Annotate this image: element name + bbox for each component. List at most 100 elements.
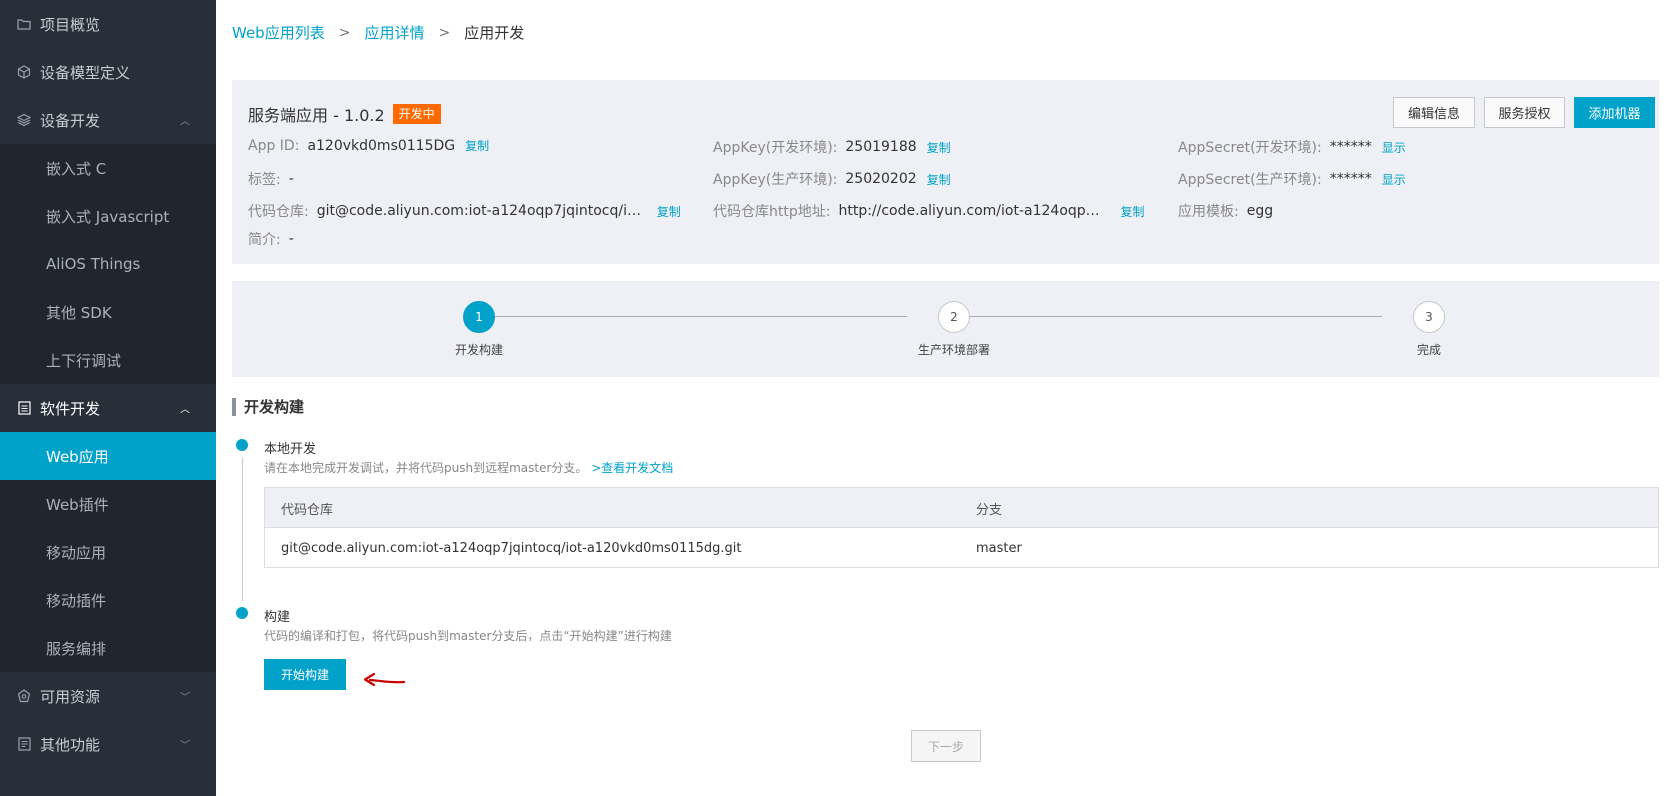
field-label: AppSecret(生产环境): (1178, 172, 1322, 188)
table-row: git@code.aliyun.com:iot-a124oqp7jqintocq… (265, 528, 1658, 568)
breadcrumb-app-detail[interactable]: 应用详情 (364, 22, 424, 43)
copy-link[interactable]: 复制 (657, 203, 681, 220)
sidebar-item-mobile-app[interactable]: 移动应用 (0, 528, 216, 576)
status-badge: 开发中 (392, 104, 441, 124)
field-label: 代码仓库http地址: (713, 204, 831, 220)
chevron-up-icon: ︿ (180, 116, 190, 128)
field-label: AppKey(开发环境): (713, 140, 838, 156)
table-cell-branch: master (976, 540, 1022, 556)
table-header-branch: 分支 (976, 502, 1003, 518)
sidebar-item-label: 服务编排 (46, 639, 107, 658)
app-title-row: 服务端应用 - 1.0.2 开发中 (248, 102, 441, 126)
field-label: 代码仓库: (248, 204, 309, 220)
sidebar-item-software-dev[interactable]: 软件开发 ︿ (0, 384, 216, 432)
step-1-label: 开发构建 (454, 343, 503, 357)
edit-info-button[interactable]: 编辑信息 (1393, 97, 1475, 128)
field-value: ****** (1329, 139, 1372, 155)
sidebar-item-debug[interactable]: 上下行调试 (0, 336, 216, 384)
add-machine-button[interactable]: 添加机器 (1574, 97, 1655, 128)
sidebar-item-alios-things[interactable]: AliOS Things (0, 240, 216, 288)
app-info-panel: 服务端应用 - 1.0.2 开发中 编辑信息 服务授权 添加机器 App ID:… (232, 80, 1659, 264)
step-connector (495, 316, 907, 317)
copy-link[interactable]: 复制 (927, 171, 951, 188)
resource-icon (16, 688, 32, 704)
service-auth-button[interactable]: 服务授权 (1484, 97, 1565, 128)
sidebar-item-label: 上下行调试 (46, 351, 122, 370)
breadcrumb-web-app-list[interactable]: Web应用列表 (232, 22, 325, 43)
field-label: 标签: (248, 172, 281, 188)
show-link[interactable]: 显示 (1382, 171, 1406, 188)
dev-docs-link[interactable]: >查看开发文档 (591, 461, 673, 475)
timeline-dot (236, 607, 248, 619)
sidebar-item-device-model[interactable]: 设备模型定义 (0, 48, 216, 96)
app-title: 服务端应用 - 1.0.2 (248, 106, 385, 125)
list-icon (16, 736, 32, 752)
table-header: 代码仓库 分支 (265, 488, 1658, 528)
sidebar-item-project-overview[interactable]: 项目概览 (0, 0, 216, 48)
field-value: git@code.aliyun.com:iot-a124oqp7jqintocq… (316, 203, 647, 219)
sidebar-item-label: 嵌入式 Javascript (46, 207, 170, 226)
sidebar-item-device-dev[interactable]: 设备开发 ︿ (0, 96, 216, 144)
step-3-label: 完成 (1416, 343, 1441, 357)
step-2-label: 生产环境部署 (917, 343, 990, 357)
section-title: 开发构建 (232, 398, 304, 416)
step-2-circle: 2 (938, 301, 970, 333)
sidebar: 项目概览 设备模型定义 设备开发 ︿ 嵌入式 C 嵌入式 Javascript … (0, 0, 216, 796)
annotation-arrow-icon (363, 672, 406, 687)
breadcrumb-separator: > (438, 24, 451, 41)
show-link[interactable]: 显示 (1382, 139, 1406, 156)
repo-field: 代码仓库: git@code.aliyun.com:iot-a124oqp7jq… (248, 201, 688, 221)
copy-link[interactable]: 复制 (927, 139, 951, 156)
sidebar-item-label: 软件开发 (40, 399, 101, 418)
timeline-dot (236, 439, 248, 451)
field-label: 简介: (248, 232, 281, 248)
field-label: AppKey(生产环境): (713, 172, 838, 188)
sidebar-item-web-plugin[interactable]: Web插件 (0, 480, 216, 528)
sidebar-item-label: AliOS Things (46, 255, 141, 273)
sidebar-item-label: Web应用 (46, 447, 109, 466)
tags-field: 标签: - (248, 169, 294, 189)
field-label: AppSecret(开发环境): (1178, 140, 1322, 156)
chevron-down-icon: ﹀ (180, 692, 190, 704)
field-value: 25020202 (845, 171, 917, 187)
main-content: Web应用列表 > 应用详情 > 应用开发 服务端应用 - 1.0.2 开发中 … (216, 0, 1666, 796)
sidebar-item-other-features[interactable]: 其他功能 ﹀ (0, 720, 216, 768)
local-dev-title: 本地开发 (264, 442, 317, 457)
next-step-button[interactable]: 下一步 (911, 730, 981, 762)
sidebar-item-label: 设备开发 (40, 111, 101, 130)
sidebar-item-resources[interactable]: 可用资源 ﹀ (0, 672, 216, 720)
sidebar-item-label: Web插件 (46, 495, 109, 514)
breadcrumb: Web应用列表 > 应用详情 > 应用开发 (232, 22, 524, 43)
field-value: - (288, 231, 294, 247)
field-value: egg (1246, 203, 1274, 219)
sidebar-item-web-app[interactable]: Web应用 (0, 432, 216, 480)
start-build-button[interactable]: 开始构建 (264, 659, 346, 690)
sidebar-item-label: 其他 SDK (46, 303, 112, 322)
sidebar-item-service-orchestration[interactable]: 服务编排 (0, 624, 216, 672)
folder-icon (16, 16, 32, 32)
appsecret-dev-field: AppSecret(开发环境): ****** 显示 (1178, 137, 1406, 157)
table-header-repo: 代码仓库 (281, 502, 334, 518)
sidebar-item-other-sdk[interactable]: 其他 SDK (0, 288, 216, 336)
field-value: a120vkd0ms0115DG (307, 137, 456, 154)
local-dev-desc: 请在本地完成开发调试，并将代码push到远程master分支。 >查看开发文档 (264, 459, 673, 476)
step-3-circle: 3 (1413, 301, 1445, 333)
intro-field: 简介: - (248, 229, 294, 249)
chevron-up-icon: ︿ (180, 404, 190, 416)
copy-link[interactable]: 复制 (1120, 203, 1144, 220)
step-connector (970, 316, 1382, 317)
sidebar-item-mobile-plugin[interactable]: 移动插件 (0, 576, 216, 624)
field-value: ****** (1329, 171, 1372, 187)
sidebar-item-label: 嵌入式 C (46, 159, 107, 178)
copy-link[interactable]: 复制 (465, 137, 489, 154)
sidebar-item-label: 移动应用 (46, 543, 107, 562)
breadcrumb-separator: > (338, 24, 351, 41)
appsecret-prod-field: AppSecret(生产环境): ****** 显示 (1178, 169, 1406, 189)
cube-icon (16, 64, 32, 80)
sidebar-item-embedded-c[interactable]: 嵌入式 C (0, 144, 216, 192)
build-desc: 代码的编译和打包，将代码push到master分支后，点击“开始构建”进行构建 (264, 629, 672, 643)
layers-icon (16, 112, 32, 128)
sidebar-item-embedded-js[interactable]: 嵌入式 Javascript (0, 192, 216, 240)
table-cell-repo: git@code.aliyun.com:iot-a124oqp7jqintocq… (281, 540, 742, 556)
field-value: http://code.aliyun.com/iot-a124oqp7jqint… (838, 203, 1100, 219)
